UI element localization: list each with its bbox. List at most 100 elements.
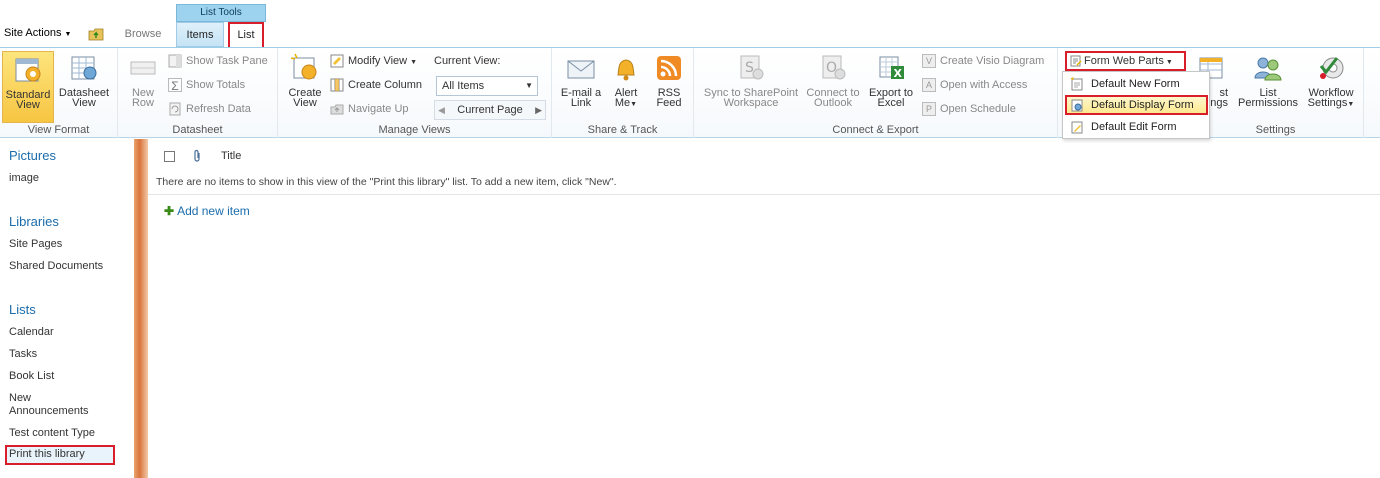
form-web-parts-dropdown[interactable]: Form Web Parts ▼ xyxy=(1065,51,1186,71)
connect-outlook-button[interactable]: O Connect to Outlook xyxy=(802,52,864,109)
bell-icon xyxy=(617,59,635,81)
rss-feed-label: RSS Feed xyxy=(656,87,682,109)
decorative-side-bar xyxy=(134,139,148,478)
tab-browse[interactable]: Browse xyxy=(116,28,170,40)
nav-item-book-list[interactable]: Book List xyxy=(9,370,129,383)
svg-text:X: X xyxy=(894,67,903,80)
connect-outlook-label: Connect to Outlook xyxy=(806,87,860,109)
select-all-checkbox[interactable] xyxy=(164,151,175,162)
previous-page-icon[interactable]: ◀ xyxy=(438,101,445,119)
tab-items[interactable]: Items xyxy=(176,22,224,47)
group-label-datasheet: Datasheet xyxy=(172,124,223,136)
edit-form-icon xyxy=(1071,121,1083,134)
standard-view-button[interactable]: Standard View xyxy=(2,51,54,123)
list-view-main: Title There are no items to show in this… xyxy=(148,139,1380,478)
export-excel-button[interactable]: X Export to Excel xyxy=(864,52,918,109)
nav-item-tasks[interactable]: Tasks xyxy=(9,348,129,361)
group-share-track: E-mail a Link Alert Me▼ RSS Feed Share &… xyxy=(552,48,694,138)
rss-icon xyxy=(657,56,681,80)
group-label-connect-export: Connect & Export xyxy=(832,124,919,136)
workflow-settings-button[interactable]: Workflow Settings▼ xyxy=(1300,52,1362,110)
list-permissions-button[interactable]: List Permissions xyxy=(1236,52,1300,109)
refresh-data-button[interactable]: Refresh Data xyxy=(168,99,251,119)
nav-item-image[interactable]: image xyxy=(9,172,129,185)
modify-view-label: Modify View xyxy=(348,55,408,67)
group-connect-export: S Sync to SharePoint Workspace O Connect… xyxy=(694,48,1058,138)
outlook-icon: O xyxy=(822,55,846,80)
permissions-users-icon xyxy=(1254,57,1282,81)
new-row-label: New Row xyxy=(131,87,154,109)
tab-list[interactable]: List xyxy=(228,22,264,47)
show-totals-button[interactable]: Σ Show Totals xyxy=(168,75,245,95)
display-form-icon xyxy=(1071,99,1083,112)
modify-view-button[interactable]: Modify View ▼ xyxy=(330,51,417,71)
email-link-button[interactable]: E-mail a Link xyxy=(558,52,604,109)
refresh-icon xyxy=(169,102,181,116)
sync-sharepoint-label: Sync to SharePoint Workspace xyxy=(703,87,799,109)
nav-item-calendar[interactable]: Calendar xyxy=(9,326,129,339)
create-visio-button[interactable]: V Create Visio Diagram xyxy=(922,51,1044,71)
export-excel-label: Export to Excel xyxy=(868,87,914,109)
new-row-button[interactable]: New Row xyxy=(122,52,164,109)
menu-item-label: Default Display Form xyxy=(1091,99,1194,111)
nav-item-shared-documents[interactable]: Shared Documents xyxy=(9,260,129,273)
rss-feed-button[interactable]: RSS Feed xyxy=(648,52,690,109)
menu-item-default-edit-form[interactable]: Default Edit Form xyxy=(1065,117,1208,137)
create-column-label: Create Column xyxy=(348,79,422,91)
column-header-title[interactable]: Title xyxy=(221,150,241,162)
create-column-button[interactable]: Create Column xyxy=(330,75,422,95)
group-label-manage-views: Manage Views xyxy=(378,124,451,136)
create-view-button[interactable]: Create View xyxy=(284,52,326,109)
group-label-settings: Settings xyxy=(1255,124,1296,136)
current-view-value: All Items xyxy=(442,80,485,92)
navigate-up-icon xyxy=(330,104,344,115)
navigate-up-label: Navigate Up xyxy=(348,103,409,115)
nav-item-print-this-library[interactable]: Print this library xyxy=(5,445,115,465)
form-web-parts-icon xyxy=(1070,55,1082,67)
menu-item-label: Default New Form xyxy=(1091,78,1180,90)
datasheet-view-label: Datasheet View xyxy=(58,87,110,109)
modify-view-icon xyxy=(330,54,344,68)
plus-icon: ✚ xyxy=(164,204,175,218)
chevron-down-icon: ▼ xyxy=(410,59,418,66)
menu-item-label: Default Edit Form xyxy=(1091,121,1177,133)
sharepoint-workspace-icon: S xyxy=(740,55,764,80)
chevron-down-icon: ▼ xyxy=(1165,59,1173,66)
attachment-icon[interactable] xyxy=(192,149,202,163)
alert-me-button[interactable]: Alert Me▼ xyxy=(606,52,646,110)
nav-item-test-content-type[interactable]: Test content Type xyxy=(9,427,129,440)
site-actions-menu[interactable]: Site Actions ▼ xyxy=(4,27,71,39)
project-icon: P xyxy=(922,102,936,117)
open-access-label: Open with Access xyxy=(940,79,1028,91)
open-schedule-button[interactable]: P Open Schedule xyxy=(922,99,1016,119)
nav-item-new-announcements[interactable]: New Announcements xyxy=(9,392,109,418)
datasheet-view-button[interactable]: Datasheet View xyxy=(56,52,112,109)
group-view-format: Standard View Datasheet View View Format xyxy=(0,48,118,138)
form-web-parts-label: Form Web Parts xyxy=(1084,55,1164,67)
site-actions-label: Site Actions xyxy=(4,27,62,39)
group-label-share-track: Share & Track xyxy=(587,124,658,136)
list-permissions-label: List Permissions xyxy=(1238,87,1298,109)
next-page-icon[interactable]: ▶ xyxy=(535,101,542,119)
menu-item-default-new-form[interactable]: Default New Form xyxy=(1065,74,1208,94)
current-view-label: Current View: xyxy=(434,55,501,67)
nav-heading-lists[interactable]: Lists xyxy=(9,302,36,317)
current-view-select[interactable]: All Items ▼ xyxy=(436,76,538,96)
navigate-up-folder-icon[interactable] xyxy=(88,27,104,41)
chevron-down-icon: ▼ xyxy=(630,101,638,108)
create-view-label: Create View xyxy=(288,87,322,109)
show-task-pane-button[interactable]: Show Task Pane xyxy=(168,51,268,71)
chevron-down-icon: ▼ xyxy=(1347,101,1355,108)
nav-heading-pictures[interactable]: Pictures xyxy=(9,148,56,163)
navigate-up-button[interactable]: Navigate Up xyxy=(330,99,409,119)
email-icon xyxy=(567,60,595,79)
standard-view-label: Standard View xyxy=(5,89,51,111)
add-new-item-link[interactable]: ✚ Add new item xyxy=(164,204,250,218)
menu-item-default-display-form[interactable]: Default Display Form xyxy=(1065,95,1208,115)
sync-sharepoint-button[interactable]: S Sync to SharePoint Workspace xyxy=(698,52,804,109)
nav-item-site-pages[interactable]: Site Pages xyxy=(9,238,129,251)
nav-heading-libraries[interactable]: Libraries xyxy=(9,214,59,229)
workflow-settings-icon xyxy=(1319,57,1344,79)
create-column-icon xyxy=(330,78,344,92)
open-access-button[interactable]: A Open with Access xyxy=(922,75,1027,95)
